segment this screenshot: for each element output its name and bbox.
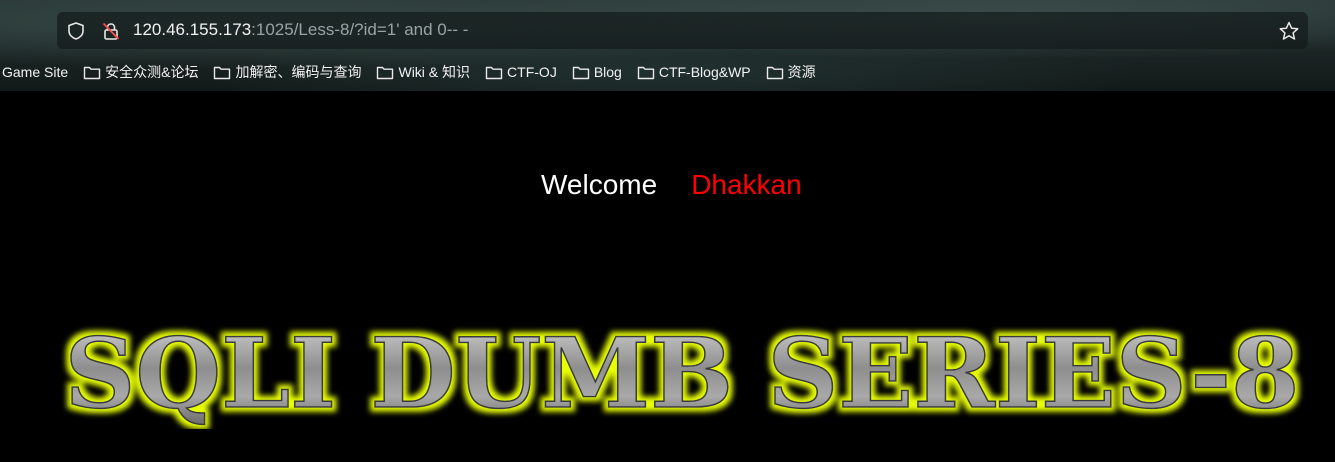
bookmark-game-site[interactable]: Game Site	[2, 64, 68, 80]
bookmark-folder-crypto-encoding[interactable]: 加解密、编码与查询	[213, 62, 361, 82]
folder-icon	[766, 66, 783, 79]
bookmark-label: Blog	[593, 64, 622, 80]
address-bar[interactable]: 120.46.155.173:1025/Less-8/?id=1' and 0-…	[57, 12, 1308, 49]
banner-title: SQLI DUMB SERIES-8	[65, 319, 1300, 429]
folder-icon	[214, 66, 231, 79]
url-text[interactable]: 120.46.155.173:1025/Less-8/?id=1' and 0-…	[133, 20, 468, 40]
bookmark-folder-resources[interactable]: 资源	[766, 62, 816, 82]
welcome-label: Welcome	[541, 169, 658, 200]
insecure-lock-icon[interactable]	[101, 21, 121, 41]
folder-icon	[572, 66, 590, 79]
bookmark-folder-blog[interactable]: Blog	[572, 64, 622, 80]
bookmark-folder-ctf-oj[interactable]: CTF-OJ	[485, 64, 557, 80]
welcome-message: Welcome Dhakkan	[541, 169, 802, 201]
sqli-dumb-series-banner: SQLI DUMB SERIES-8	[64, 319, 1301, 429]
bookmark-label: Game Site	[2, 64, 69, 80]
bookmark-label: CTF-OJ	[507, 64, 557, 80]
page-content: Welcome Dhakkan SQLI DUMB SERIES-8	[0, 91, 1335, 462]
welcome-name: Dhakkan	[691, 169, 802, 200]
shield-icon[interactable]	[66, 21, 86, 41]
url-path: :1025/Less-8/?id=1' and 0-- -	[251, 20, 469, 39]
url-host: 120.46.155.173	[133, 20, 252, 39]
folder-icon	[83, 66, 101, 79]
bookmark-folder-wiki[interactable]: Wiki & 知识	[376, 62, 470, 82]
bookmark-folder-security-forums[interactable]: 安全众测&论坛	[83, 62, 198, 82]
folder-icon	[637, 66, 655, 79]
bookmark-label: CTF-Blog&WP	[658, 64, 751, 80]
browser-toolbar: 120.46.155.173:1025/Less-8/?id=1' and 0-…	[0, 0, 1335, 91]
bookmark-label: 资源	[787, 64, 816, 80]
bookmark-label: 加解密、编码与查询	[235, 64, 362, 80]
bookmark-label: Wiki & 知识	[398, 64, 471, 80]
star-icon[interactable]	[1278, 20, 1300, 42]
folder-icon	[377, 66, 394, 79]
bookmark-label: 安全众测&论坛	[105, 64, 199, 80]
folder-icon	[485, 66, 503, 79]
bookmark-folder-ctf-blog-wp[interactable]: CTF-Blog&WP	[637, 64, 751, 80]
bookmarks-bar: Game Site 安全众测&论坛 加解密、编码与查询 Wiki & 知识 CT…	[0, 60, 831, 84]
